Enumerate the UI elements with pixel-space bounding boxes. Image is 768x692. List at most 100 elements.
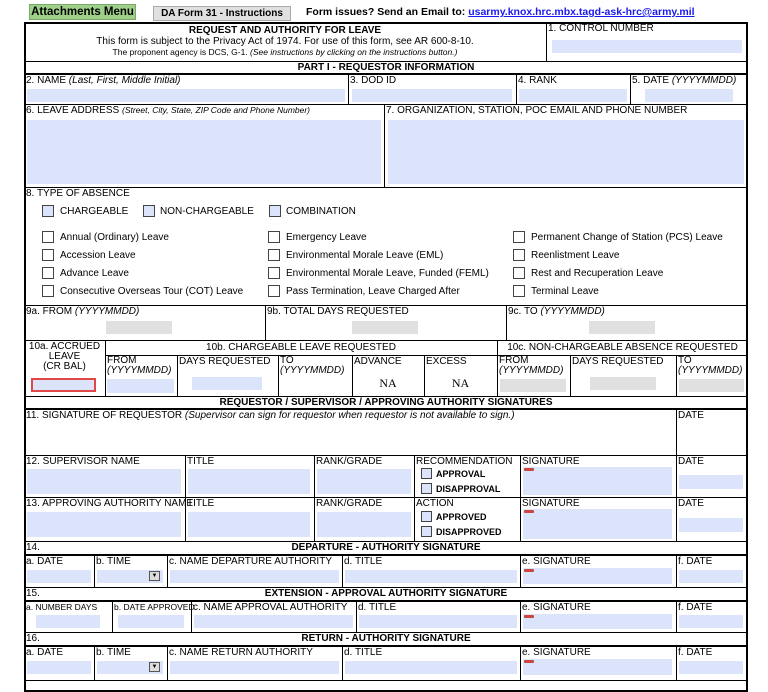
- advance-value: NA: [379, 376, 397, 390]
- b-days-cell: DAYS REQUESTED: [177, 355, 279, 397]
- extension-signature-field[interactable]: [523, 614, 672, 629]
- extension-days-field[interactable]: [36, 615, 100, 628]
- extension-approved-field[interactable]: [118, 615, 184, 628]
- approver-date-field[interactable]: [679, 518, 743, 532]
- leave-option-label: Emergency Leave: [286, 232, 367, 243]
- org-cell: 7. ORGANIZATION, STATION, POC EMAIL AND …: [384, 104, 748, 188]
- extension-title-field[interactable]: [359, 615, 517, 628]
- combination-checkbox[interactable]: [269, 205, 281, 217]
- dodid-field[interactable]: [352, 89, 512, 102]
- leave-checkbox[interactable]: [513, 267, 525, 279]
- departure-date-cell: a. DATE: [24, 555, 95, 588]
- leave-checkbox[interactable]: [268, 231, 280, 243]
- supervisor-date-field[interactable]: [679, 475, 743, 489]
- date-cell: 5. DATE (YYYYMMDD): [630, 74, 748, 105]
- time-dropdown-icon[interactable]: ▼: [149, 571, 160, 581]
- c-days-field[interactable]: [590, 377, 656, 390]
- signatures-header: REQUESTOR / SUPERVISOR / APPROVING AUTHO…: [24, 396, 748, 410]
- address-field[interactable]: [27, 120, 381, 184]
- approver-rank-field[interactable]: [317, 512, 411, 537]
- leave-checkbox[interactable]: [268, 249, 280, 261]
- supervisor-signature-field[interactable]: [523, 467, 672, 495]
- b-from-cell: FROM (YYYYMMDD): [105, 355, 178, 397]
- name-field[interactable]: [27, 89, 345, 102]
- departure-signature-field[interactable]: [523, 568, 672, 584]
- total-days-field[interactable]: [352, 321, 418, 334]
- return-authority-field[interactable]: [170, 661, 339, 674]
- extension-authority-field[interactable]: [194, 615, 353, 628]
- from-cell: 9a. FROM (YYYYMMDD): [24, 305, 266, 341]
- leave-checkbox[interactable]: [42, 249, 54, 261]
- approver-rank-cell: RANK/GRADE: [314, 497, 415, 542]
- return-fdate-cell: f. DATE: [676, 646, 748, 681]
- signature-pen-icon: [524, 660, 534, 663]
- approver-date-cell: DATE: [676, 497, 748, 542]
- leave-checkbox[interactable]: [268, 267, 280, 279]
- org-field[interactable]: [388, 120, 744, 184]
- leave-checkbox[interactable]: [513, 285, 525, 297]
- non-chargeable-checkbox[interactable]: [143, 205, 155, 217]
- supervisor-rank-cell: RANK/GRADE: [314, 455, 415, 498]
- return-signature-field[interactable]: [523, 659, 672, 675]
- from-field[interactable]: [106, 321, 172, 334]
- approver-signature-field[interactable]: [523, 509, 672, 539]
- disapproved-checkbox[interactable]: [421, 526, 432, 537]
- c-days-cell: DAYS REQUESTED: [570, 355, 677, 397]
- leave-option-label: Consecutive Overseas Tour (COT) Leave: [60, 286, 244, 297]
- b-days-field[interactable]: [192, 377, 262, 390]
- chargeable-checkbox[interactable]: [42, 205, 54, 217]
- requestor-signature-cell[interactable]: 11. SIGNATURE OF REQUESTOR (Supervisor c…: [24, 409, 677, 456]
- departure-fdate-cell: f. DATE: [676, 555, 748, 588]
- supervisor-name-field[interactable]: [27, 469, 181, 494]
- return-fdate-field[interactable]: [679, 661, 743, 674]
- instructions-button[interactable]: DA Form 31 - Instructions: [153, 6, 291, 21]
- rank-field[interactable]: [519, 89, 627, 102]
- c-to-field[interactable]: [679, 379, 744, 392]
- to-field[interactable]: [589, 321, 655, 334]
- accrued-cell: 10a. ACCRUED LEAVE (CR BAL): [24, 340, 106, 397]
- leave-checkbox[interactable]: [42, 267, 54, 279]
- leave-checkbox[interactable]: [42, 231, 54, 243]
- leave-checkbox[interactable]: [268, 285, 280, 297]
- approval-checkbox[interactable]: [421, 468, 432, 479]
- leave-checkbox[interactable]: [513, 231, 525, 243]
- return-authority-cell: c. NAME RETURN AUTHORITY: [167, 646, 343, 681]
- b-from-field[interactable]: [107, 379, 174, 393]
- form-title: REQUEST AND AUTHORITY FOR LEAVE: [188, 25, 382, 36]
- approver-title-field[interactable]: [188, 512, 310, 537]
- advance-cell: ADVANCE NA: [352, 355, 425, 397]
- return-title-field[interactable]: [345, 661, 517, 674]
- departure-signature-cell: e. SIGNATURE: [520, 555, 677, 588]
- leave-checkbox[interactable]: [513, 249, 525, 261]
- extension-fdate-field[interactable]: [679, 615, 743, 628]
- disapproval-checkbox[interactable]: [421, 483, 432, 494]
- leave-option-label: Reenlistment Leave: [531, 250, 620, 261]
- approver-name-field[interactable]: [27, 512, 181, 537]
- time-dropdown-icon[interactable]: ▼: [149, 662, 160, 672]
- accrued-field[interactable]: [31, 378, 96, 392]
- supervisor-title-field[interactable]: [188, 469, 310, 494]
- signature-pen-icon: [524, 468, 534, 471]
- departure-date-field[interactable]: [27, 570, 91, 583]
- email-link[interactable]: usarmy.knox.hrc.mbx.tagd-ask-hrc@army.mi…: [468, 6, 694, 18]
- name-cell: 2. NAME (Last, First, Middle Initial): [24, 74, 349, 105]
- form-issues: Form issues? Send an Email to: usarmy.kn…: [306, 6, 695, 18]
- control-number-label: 1. CONTROL NUMBER: [548, 23, 654, 34]
- attachments-menu-button[interactable]: Attachments Menu: [29, 4, 136, 20]
- approver-signature-cell: SIGNATURE: [520, 497, 677, 542]
- return-date-field[interactable]: [27, 661, 91, 674]
- departure-authority-field[interactable]: [170, 570, 339, 583]
- departure-fdate-field[interactable]: [679, 570, 743, 583]
- approver-title-cell: TITLE: [185, 497, 315, 542]
- extension-signature-cell: e. SIGNATURE: [520, 601, 677, 633]
- return-date-cell: a. DATE: [24, 646, 95, 681]
- approved-checkbox[interactable]: [421, 511, 432, 522]
- departure-title-field[interactable]: [345, 570, 517, 583]
- control-number-cell: 1. CONTROL NUMBER: [546, 22, 748, 62]
- leave-checkbox[interactable]: [42, 285, 54, 297]
- date-field[interactable]: [645, 89, 733, 102]
- c-from-field[interactable]: [500, 379, 566, 392]
- form-header: REQUEST AND AUTHORITY FOR LEAVE This for…: [24, 22, 547, 62]
- supervisor-rank-field[interactable]: [317, 469, 411, 494]
- control-number-field[interactable]: [552, 40, 742, 53]
